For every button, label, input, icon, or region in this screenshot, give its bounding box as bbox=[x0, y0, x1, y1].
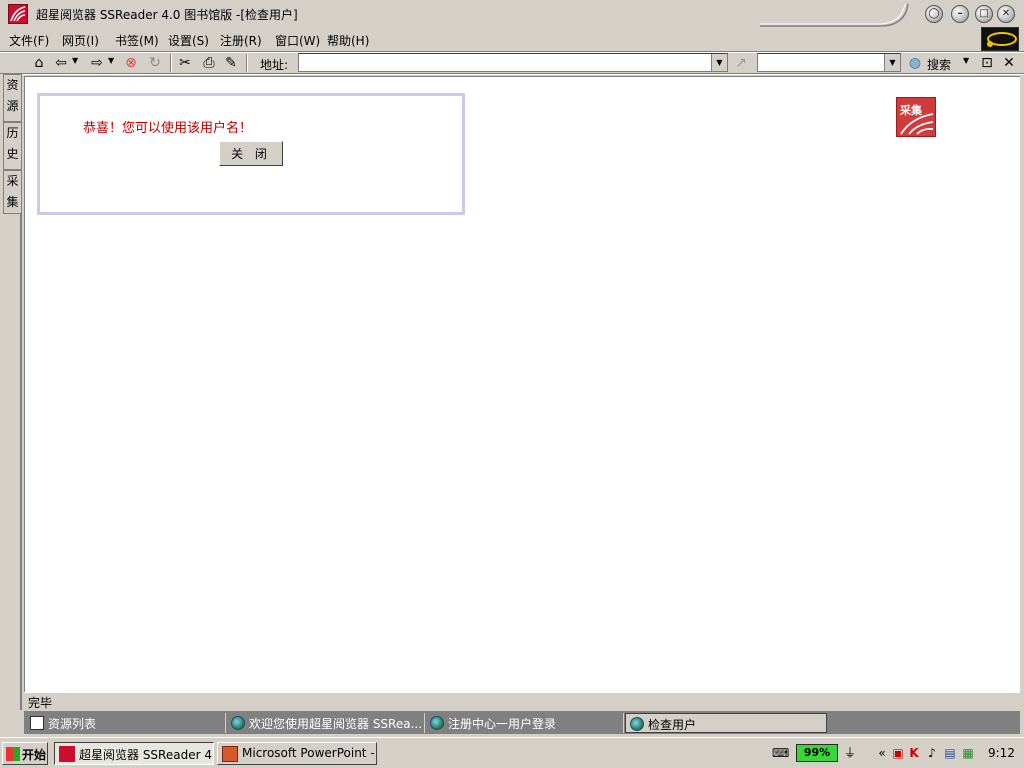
back-icon[interactable]: ⇦ bbox=[52, 54, 70, 72]
menu-webpage[interactable]: 网页(I) bbox=[62, 32, 99, 49]
close-button[interactable]: 关 闭 bbox=[219, 141, 283, 166]
success-message: 恭喜！您可以使用该用户名！ bbox=[83, 121, 253, 136]
document-tabs: 资源列表 欢迎您使用超星阅览器 SSRea... 注册中心一用户登录 检查用户 bbox=[24, 711, 1020, 734]
menu-file[interactable]: 文件(F) bbox=[9, 32, 49, 49]
globe-icon bbox=[630, 717, 644, 731]
doc-tab-resource-list[interactable]: 资源列表 bbox=[26, 713, 226, 733]
tools-icon[interactable]: ✂ bbox=[176, 54, 194, 72]
globe-icon bbox=[231, 716, 245, 730]
volume-icon[interactable]: ♪ bbox=[924, 745, 940, 761]
network-icon[interactable]: ▣ bbox=[890, 745, 906, 761]
content-area: 恭喜！您可以使用该用户名！ 关 闭 采集 bbox=[24, 76, 1020, 692]
go-icon[interactable]: ↗ bbox=[732, 54, 750, 72]
forward-dropdown-icon[interactable]: ▼ bbox=[108, 57, 114, 65]
doc-tab-welcome[interactable]: 欢迎您使用超星阅览器 SSRea... bbox=[227, 713, 425, 733]
status-bar: 完毕 bbox=[24, 692, 1020, 710]
toolbar-separator bbox=[246, 54, 248, 72]
title-bar: 超星阅览器 SSReader 4.0 图书馆版 -[检查用户] ◯ – □ ✕ bbox=[0, 0, 1024, 29]
task-ssreader[interactable]: 超星阅览器 SSReader 4.0 bbox=[54, 742, 214, 765]
menu-bar: 文件(F) 网页(I) 书签(M) 设置(S) 注册(R) 窗口(W) 帮助(H… bbox=[0, 30, 980, 50]
ssreader-logo-icon[interactable] bbox=[8, 4, 28, 24]
list-icon bbox=[30, 716, 44, 730]
home-icon[interactable]: ⌂ bbox=[30, 54, 48, 72]
ssreader-brand-logo bbox=[981, 27, 1019, 51]
side-tab-collect[interactable]: 采集 bbox=[3, 170, 21, 214]
task-label: 超星阅览器 SSReader 4.0 bbox=[79, 748, 214, 762]
toolbar-separator-line bbox=[0, 73, 1024, 75]
tray-expand-icon[interactable]: « bbox=[874, 745, 890, 761]
title-swoosh-decoration bbox=[760, 3, 909, 27]
task-label: Microsoft PowerPoint - [... bbox=[242, 746, 376, 760]
search-globe-icon[interactable]: ◍ bbox=[906, 54, 924, 72]
taskbar: 开始 超星阅览器 SSReader 4.0 Microsoft PowerPoi… bbox=[0, 737, 1024, 768]
doc-tab-check-user[interactable]: 检查用户 bbox=[625, 713, 827, 733]
menu-help[interactable]: 帮助(H) bbox=[327, 32, 369, 49]
close-toolbar-icon[interactable]: ✕ bbox=[1000, 54, 1018, 72]
maximize-icon: □ bbox=[979, 8, 989, 19]
search-combo[interactable]: ▼ bbox=[757, 53, 901, 72]
refresh-icon[interactable]: ↻ bbox=[146, 54, 164, 72]
doc-tab-label: 注册中心一用户登录 bbox=[448, 717, 557, 731]
ssreader-logo-icon bbox=[59, 746, 75, 762]
antivirus-icon[interactable]: K bbox=[906, 745, 922, 761]
close-icon: ✕ bbox=[1001, 8, 1011, 19]
battery-indicator[interactable]: 99% bbox=[796, 744, 838, 762]
side-tab-resources[interactable]: 资源 bbox=[3, 74, 21, 122]
power-plug-icon[interactable]: ⏚ bbox=[842, 745, 858, 761]
task-powerpoint[interactable]: Microsoft PowerPoint - [... bbox=[217, 742, 377, 765]
address-combo[interactable]: ▼ bbox=[298, 53, 728, 72]
search-dropdown-arrow-icon[interactable]: ▼ bbox=[963, 57, 969, 65]
forward-icon[interactable]: ⇨ bbox=[88, 54, 106, 72]
address-dropdown-icon[interactable]: ▼ bbox=[711, 54, 727, 71]
close-window-button[interactable]: ✕ bbox=[997, 5, 1015, 23]
address-label: 地址: bbox=[260, 58, 289, 72]
side-tab-history[interactable]: 历史 bbox=[3, 122, 21, 170]
windows-flag-icon bbox=[6, 747, 20, 761]
menu-bookmarks[interactable]: 书签(M) bbox=[115, 32, 159, 49]
maximize-button[interactable]: □ bbox=[975, 5, 993, 23]
search-button-label[interactable]: 搜索 bbox=[927, 56, 951, 73]
menu-settings[interactable]: 设置(S) bbox=[168, 32, 209, 49]
collect-logo[interactable]: 采集 bbox=[896, 97, 936, 137]
help-icon: ◯ bbox=[928, 8, 940, 19]
powerpoint-icon bbox=[222, 746, 238, 762]
window-title: 超星阅览器 SSReader 4.0 图书馆版 -[检查用户] bbox=[36, 8, 298, 22]
doc-tab-label: 欢迎您使用超星阅览器 SSRea... bbox=[249, 717, 423, 731]
print-icon[interactable]: ⎙ bbox=[200, 54, 218, 72]
display-icon[interactable]: ▤ bbox=[942, 745, 958, 761]
help-button[interactable]: ◯ bbox=[925, 5, 943, 23]
back-dropdown-icon[interactable]: ▼ bbox=[72, 57, 78, 65]
doc-tab-label: 资源列表 bbox=[48, 717, 97, 731]
stop-icon[interactable]: ⊗ bbox=[122, 54, 140, 72]
minimize-icon: – bbox=[957, 8, 963, 19]
bookmark-icon[interactable]: ✎ bbox=[222, 54, 240, 72]
monitor-icon[interactable]: ▦ bbox=[960, 745, 976, 761]
toolbar-separator bbox=[170, 54, 172, 72]
clock[interactable]: 9:12 bbox=[988, 746, 1015, 760]
status-text: 完毕 bbox=[28, 696, 53, 710]
check-user-panel: 恭喜！您可以使用该用户名！ 关 闭 bbox=[37, 93, 465, 215]
minimize-button[interactable]: – bbox=[951, 5, 969, 23]
globe-icon bbox=[430, 716, 444, 730]
address-input[interactable] bbox=[301, 55, 709, 70]
doc-tab-label: 检查用户 bbox=[648, 718, 697, 732]
system-tray: ⌨ 99% ⏚ « ▣ K ♪ ▤ ▦ 9:12 bbox=[772, 742, 1020, 765]
start-label: 开始 bbox=[22, 748, 47, 762]
toolbar: ⌂ ⇦ ▼ ⇨ ▼ ⊗ ↻ ✂ ⎙ ✎ 地址: ▼ ↗ ▼ ◍ 搜索 ▼ ⊡ ✕ bbox=[26, 53, 1024, 73]
menu-register[interactable]: 注册(R) bbox=[220, 32, 262, 49]
keyboard-icon[interactable]: ⌨ bbox=[772, 745, 789, 761]
doc-tab-register-login[interactable]: 注册中心一用户登录 bbox=[426, 713, 624, 733]
side-tabs: 资源 历史 采集 bbox=[0, 74, 22, 710]
search-input[interactable] bbox=[760, 55, 882, 70]
search-dropdown-icon[interactable]: ▼ bbox=[884, 54, 900, 71]
start-button[interactable]: 开始 bbox=[2, 742, 48, 765]
pin-icon[interactable]: ⊡ bbox=[978, 54, 996, 72]
menu-window[interactable]: 窗口(W) bbox=[275, 32, 320, 49]
